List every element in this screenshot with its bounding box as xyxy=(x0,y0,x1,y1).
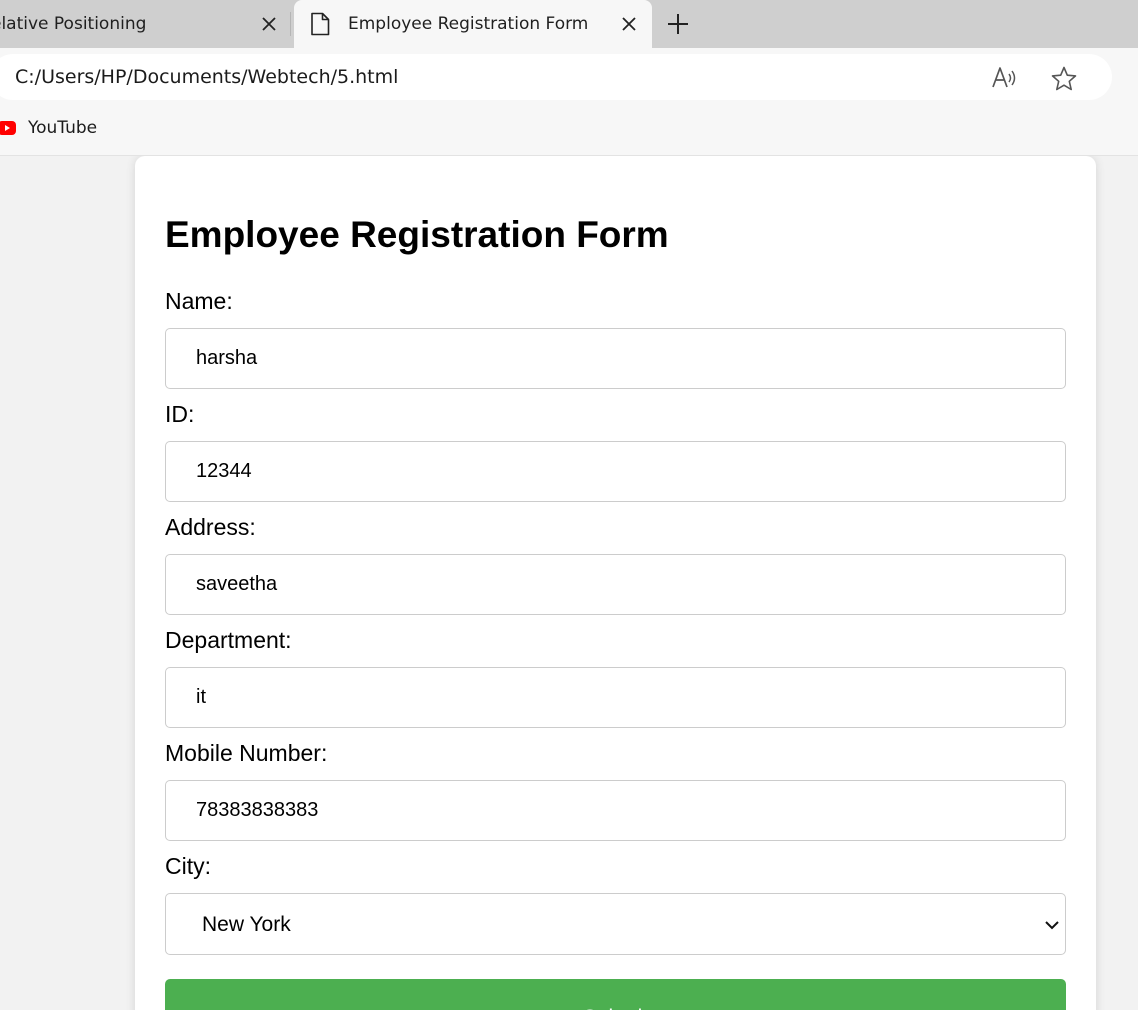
plus-icon xyxy=(668,14,688,34)
tab-title: elative Positioning xyxy=(0,14,147,34)
close-icon[interactable] xyxy=(260,15,278,33)
tab-strip: elative Positioning Employee Registratio… xyxy=(0,0,1138,48)
city-selected-value: New York xyxy=(202,913,291,936)
mobile-number-field[interactable] xyxy=(165,780,1066,841)
department-label: Department: xyxy=(165,627,292,653)
page-viewport: Employee Registration Form Name: ID: Add… xyxy=(0,156,1138,1010)
mobile-number-label: Mobile Number: xyxy=(165,740,328,766)
url-text[interactable]: C:/Users/HP/Documents/Webtech/5.html xyxy=(15,66,398,88)
submit-button[interactable]: Submit xyxy=(165,979,1066,1010)
city-select[interactable]: New York xyxy=(165,893,1066,955)
registration-form-card: Employee Registration Form Name: ID: Add… xyxy=(135,156,1096,1010)
tab-title: Employee Registration Form xyxy=(348,14,589,34)
document-icon xyxy=(310,12,330,41)
name-label: Name: xyxy=(165,288,233,314)
favorite-star-icon[interactable] xyxy=(1050,65,1078,93)
id-field[interactable] xyxy=(165,441,1066,502)
page-title: Employee Registration Form xyxy=(165,214,669,255)
address-label: Address: xyxy=(165,514,256,540)
address-field[interactable] xyxy=(165,554,1066,615)
name-field[interactable] xyxy=(165,328,1066,389)
close-icon[interactable] xyxy=(620,15,638,33)
bookmarks-bar: YouTube xyxy=(0,106,1138,156)
bookmark-label: YouTube xyxy=(28,118,98,138)
address-bar[interactable]: C:/Users/HP/Documents/Webtech/5.html xyxy=(0,54,1112,100)
new-tab-button[interactable] xyxy=(664,10,692,38)
id-label: ID: xyxy=(165,401,195,427)
browser-toolbar: C:/Users/HP/Documents/Webtech/5.html xyxy=(0,48,1138,106)
read-aloud-icon[interactable] xyxy=(990,65,1018,91)
youtube-icon xyxy=(0,121,16,135)
chevron-down-icon xyxy=(1045,921,1059,930)
tab-relative-positioning[interactable]: elative Positioning xyxy=(0,0,290,48)
city-label: City: xyxy=(165,853,211,879)
department-field[interactable] xyxy=(165,667,1066,728)
tab-divider xyxy=(290,12,291,36)
bookmark-youtube[interactable]: YouTube xyxy=(0,118,97,138)
tab-employee-registration-form[interactable]: Employee Registration Form xyxy=(294,0,652,48)
